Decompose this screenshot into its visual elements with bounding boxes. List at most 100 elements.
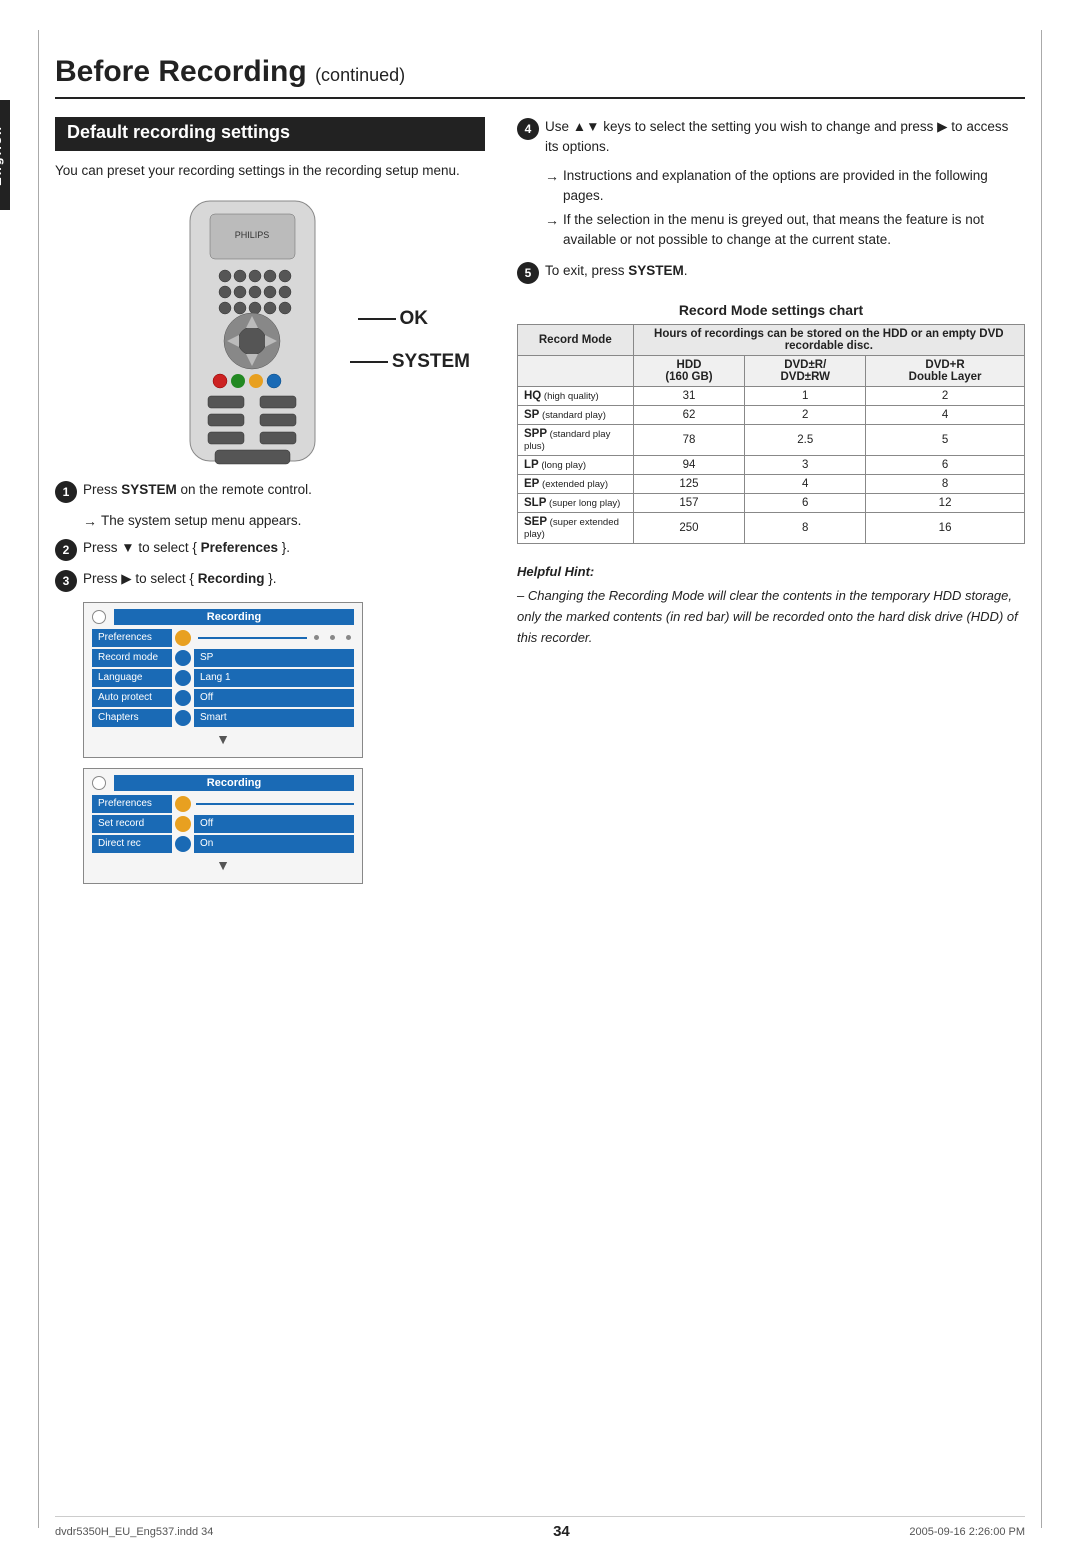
screen-1-line-0: [198, 637, 307, 639]
screen-mockup-1-wrap: Recording Preferences: [83, 602, 485, 758]
record-table: Record Mode Hours of recordings can be s…: [517, 324, 1025, 544]
table-row: SPP (standard play plus)782.55: [518, 424, 1025, 455]
table-cell-mode: LP (long play): [518, 455, 634, 474]
step-1-text: Press SYSTEM on the remote control.: [83, 480, 485, 500]
table-row: SEP (super extended play)250816: [518, 512, 1025, 543]
table-cell-dvddl: 6: [866, 455, 1025, 474]
step-4-arrow-1: → Instructions and explanation of the op…: [545, 166, 1025, 207]
step-3-num: 3: [55, 570, 77, 592]
table-title: Record Mode settings chart: [517, 302, 1025, 318]
screen-1-value-3: Off: [194, 689, 354, 707]
table-cell-dvddl: 12: [866, 493, 1025, 512]
table-header-mode: Record Mode: [518, 324, 634, 355]
screen-2-top: Recording: [92, 775, 354, 791]
screen-1-label-4: Chapters: [92, 709, 172, 727]
screen-2-row-setrecord: Set record Off: [92, 815, 354, 833]
screen-1-dot-2: [175, 670, 191, 686]
screen-1-value-1: SP: [194, 649, 354, 667]
system-label-group: SYSTEM: [350, 351, 470, 373]
table-cell-hdd: 31: [633, 386, 745, 405]
helpful-hint: Helpful Hint: – Changing the Recording M…: [517, 562, 1025, 649]
table-cell-mode: EP (extended play): [518, 474, 634, 493]
screen-2-value-1: Off: [194, 815, 354, 833]
table-row: EP (extended play)12548: [518, 474, 1025, 493]
step-2-num: 2: [55, 539, 77, 561]
step-5-num: 5: [517, 262, 539, 284]
screen-1-circle: [92, 610, 106, 624]
screen-2-label-1: Set record: [92, 815, 172, 833]
screen-2-title: Recording: [114, 775, 354, 791]
screen-1-row-preferences: Preferences: [92, 629, 354, 647]
table-cell-hdd: 62: [633, 405, 745, 424]
left-column: Default recording settings You can prese…: [55, 117, 485, 894]
table-cell-dvd: 6: [745, 493, 866, 512]
screen-1-title: Recording: [114, 609, 354, 625]
remote-image: PHILIPS: [160, 196, 345, 476]
table-cell-hdd: 157: [633, 493, 745, 512]
step-2-bold: Preferences: [201, 540, 278, 555]
step-4-inner: 4 Use ▲▼ keys to select the setting you …: [517, 117, 1025, 158]
table-header-hours: Hours of recordings can be stored on the…: [633, 324, 1024, 355]
screen-2-circle: [92, 776, 106, 790]
step-2-text: Press ▼ to select { Preferences }.: [83, 538, 485, 558]
table-cell-hdd: 250: [633, 512, 745, 543]
table-cell-mode: SLP (super long play): [518, 493, 634, 512]
screen-2-arrow-down: ▼: [92, 857, 354, 873]
step-4: 4 Use ▲▼ keys to select the setting you …: [517, 117, 1025, 251]
table-subhead-hdd: HDD(160 GB): [633, 355, 745, 386]
dot-2: [330, 635, 335, 640]
screen-2-label-2: Direct rec: [92, 835, 172, 853]
screen-1-label-1: Record mode: [92, 649, 172, 667]
step-4-arrow-2: → If the selection in the menu is greyed…: [545, 210, 1025, 251]
dot-1: [314, 635, 319, 640]
hint-text: – Changing the Recording Mode will clear…: [517, 586, 1025, 648]
screen-1-dot-4: [175, 710, 191, 726]
language-tab: English: [0, 100, 10, 210]
table-cell-dvd: 4: [745, 474, 866, 493]
table-cell-dvddl: 8: [866, 474, 1025, 493]
table-cell-dvddl: 5: [866, 424, 1025, 455]
screen-1-label-0: Preferences: [92, 629, 172, 647]
right-column: 4 Use ▲▼ keys to select the setting you …: [517, 117, 1025, 894]
step-4-arrow-2-text: If the selection in the menu is greyed o…: [563, 210, 1025, 251]
screen-2-value-2: On: [194, 835, 354, 853]
screen-1-row-autoprotect: Auto protect Off: [92, 689, 354, 707]
table-cell-dvd: 2.5: [745, 424, 866, 455]
screen-2-dot-1: [175, 816, 191, 832]
step-5: 5 To exit, press SYSTEM.: [517, 261, 1025, 284]
table-cell-dvddl: 16: [866, 512, 1025, 543]
table-row: SLP (super long play)157612: [518, 493, 1025, 512]
language-tab-label: English: [0, 125, 4, 186]
page-border-left: [38, 30, 39, 1528]
screen-1-value-2: Lang 1: [194, 669, 354, 687]
table-cell-dvd: 3: [745, 455, 866, 474]
screen-2-dot-2: [175, 836, 191, 852]
screen-1-dot-0: [175, 630, 191, 646]
section-heading: Default recording settings: [55, 117, 485, 151]
step-5-bold: SYSTEM: [628, 263, 684, 278]
step-5-text: To exit, press SYSTEM.: [545, 261, 1025, 281]
ok-label: OK: [400, 308, 429, 330]
step-3-text: Press ▶ to select { Recording }.: [83, 569, 485, 589]
hint-title: Helpful Hint:: [517, 562, 1025, 583]
screen-1-arrow-down: ▼: [92, 731, 354, 747]
screen-1-dot-1: [175, 650, 191, 666]
table-cell-dvd: 1: [745, 386, 866, 405]
table-cell-mode: SEP (super extended play): [518, 512, 634, 543]
screen-2-label-0: Preferences: [92, 795, 172, 813]
remote-svg: PHILIPS OK SYSTEM: [160, 196, 380, 466]
page-title: Before Recording (continued): [55, 55, 1025, 99]
table-cell-dvd: 2: [745, 405, 866, 424]
screen-2-row-preferences: Preferences: [92, 795, 354, 813]
arrow-sym-1: →: [545, 166, 559, 187]
step-3-bold: Recording: [198, 571, 265, 586]
table-cell-mode: HQ (high quality): [518, 386, 634, 405]
screen-mockup-1: Recording Preferences: [83, 602, 363, 758]
page-title-main: Before Recording: [55, 55, 307, 88]
screen-1-dot-3: [175, 690, 191, 706]
screen-1-label-3: Auto protect: [92, 689, 172, 707]
table-cell-mode: SPP (standard play plus): [518, 424, 634, 455]
step-2: 2 Press ▼ to select { Preferences }.: [55, 538, 485, 561]
table-cell-dvddl: 2: [866, 386, 1025, 405]
arrow-sym-2: →: [545, 210, 559, 231]
